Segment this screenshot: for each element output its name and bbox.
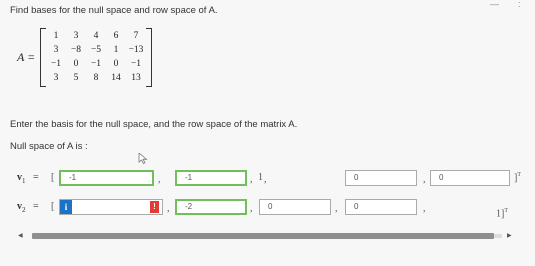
matrix-cell: 3	[73, 31, 79, 41]
matrix-a: 1 3 4 6 7 3 −8 −5 1 −13 −1 0 −1 0 −1 3 5…	[46, 29, 146, 85]
matrix-cell: −5	[90, 45, 102, 55]
matrix-cell: 0	[113, 59, 119, 69]
mouse-cursor-icon	[138, 153, 148, 164]
matrix-row: 3 −8 −5 1 −13	[46, 43, 146, 57]
matrix-cell: 14	[111, 73, 121, 83]
matrix-cell: −8	[70, 45, 82, 55]
matrix-cell: 0	[73, 59, 79, 69]
v2-open-bracket: [	[51, 201, 55, 212]
v1-label: v1	[17, 172, 26, 185]
matrix-row: −1 0 −1 0 −1	[46, 57, 146, 71]
matrix-cell: −1	[130, 59, 142, 69]
null-space-label: Null space of A is :	[10, 141, 88, 152]
comma-separator: ,	[264, 174, 267, 185]
v1-entry-1-input[interactable]: -1	[59, 170, 154, 186]
error-icon[interactable]: !	[150, 201, 159, 213]
matrix-row: 3 5 8 14 13	[46, 71, 146, 85]
minimize-mark: —	[490, 0, 499, 9]
scroll-left-arrow-icon[interactable]: ◀	[18, 232, 23, 239]
v2-entry-2-input[interactable]: -2	[175, 199, 247, 215]
v1-close-transpose: ]T	[514, 172, 522, 184]
comma-separator: ,	[423, 174, 426, 185]
comma-separator: ,	[423, 203, 426, 214]
comma-separator: ,	[167, 203, 170, 214]
matrix-cell: −13	[128, 45, 144, 55]
comma-separator: ,	[250, 174, 253, 185]
v1-fixed-entry: 1	[258, 172, 263, 183]
horizontal-scrollbar-thumb[interactable]	[32, 233, 494, 239]
more-options-icon[interactable]: :	[518, 0, 521, 9]
matrix-cell: 5	[73, 73, 79, 83]
matrix-row: 1 3 4 6 7	[46, 29, 146, 43]
v1-entry-4-input[interactable]: 0	[345, 170, 417, 186]
instructions-text: Enter the basis for the null space, and …	[10, 119, 298, 130]
info-icon[interactable]: i	[60, 200, 72, 214]
matrix-cell: 1	[53, 31, 59, 41]
matrix-right-bracket	[146, 28, 152, 87]
matrix-cell: 7	[133, 31, 139, 41]
v1-equals: =	[33, 172, 39, 183]
v2-label: v2	[17, 201, 26, 214]
matrix-cell: 13	[131, 73, 141, 83]
matrix-cell: 4	[93, 31, 99, 41]
v1-entry-2-input[interactable]: -1	[175, 170, 247, 186]
v2-entry-1-input[interactable]	[59, 199, 163, 215]
matrix-cell: 6	[113, 31, 119, 41]
scroll-right-arrow-icon[interactable]: ▶	[507, 232, 512, 239]
comma-separator: ,	[335, 203, 338, 214]
comma-separator: ,	[250, 203, 253, 214]
v2-fixed-last-entry: 1]T	[496, 208, 509, 220]
v2-equals: =	[33, 201, 39, 212]
v2-entry-4-input[interactable]: 0	[345, 199, 417, 215]
matrix-cell: 3	[53, 45, 59, 55]
matrix-cell: 1	[113, 45, 119, 55]
matrix-cell: 8	[93, 73, 99, 83]
v2-entry-3-input[interactable]: 0	[259, 199, 331, 215]
comma-separator: ,	[158, 174, 161, 185]
v1-open-bracket: [	[51, 172, 55, 183]
v1-entry-5-input[interactable]: 0	[430, 170, 510, 186]
problem-title: Find bases for the null space and row sp…	[10, 5, 218, 16]
matrix-cell: −1	[50, 59, 62, 69]
matrix-cell: −1	[90, 59, 102, 69]
matrix-label: A =	[17, 50, 36, 64]
matrix-cell: 3	[53, 73, 59, 83]
